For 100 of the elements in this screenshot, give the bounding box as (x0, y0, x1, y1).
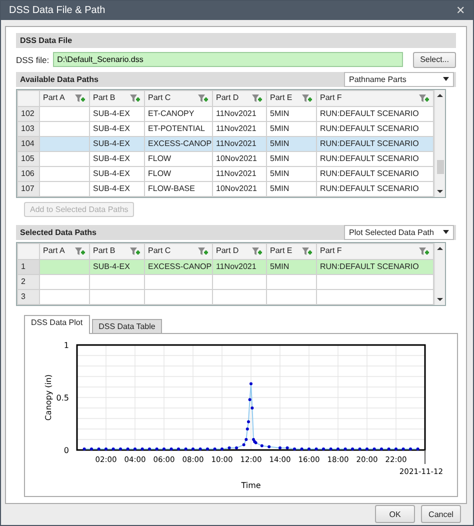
point (162, 447, 166, 450)
tab[interactable]: DSS Data Plot (24, 314, 90, 334)
dialog-button[interactable]: Cancel (421, 505, 461, 524)
point (250, 406, 254, 410)
table-cell: RUN:DEFAULT SCENARIO (316, 106, 434, 122)
point (177, 447, 180, 450)
section-title: Available Data Paths (20, 74, 98, 84)
dropdown[interactable]: Plot Selected Data Path (344, 224, 454, 240)
point (336, 447, 340, 450)
caret-icon (443, 77, 449, 82)
select-button[interactable]: Select... (413, 52, 456, 68)
filter-add-icon[interactable] (419, 246, 430, 256)
caret-icon (443, 230, 449, 234)
tab[interactable]: DSS Data Table (92, 318, 162, 333)
table-row[interactable]: 102 SUB-4-EX ET-CANOPY 11Nov2021 5MIN RUN:DEFAULT SCENARIO (18, 106, 434, 122)
table-cell: 5MIN (266, 121, 316, 136)
dropdown[interactable]: Pathname Parts (344, 72, 454, 87)
table-cell: RUN:DEFAULT SCENARIO (316, 181, 434, 196)
point (184, 447, 188, 450)
filter-add-icon[interactable] (252, 94, 263, 103)
row-number: 3 (18, 289, 40, 304)
file-path-field[interactable]: D:\Default_Scenario.dss (53, 52, 404, 68)
table-row[interactable]: 105 SUB-4-EX FLOW 10Nov2021 5MIN RUN:DEFAULT SCENARIO (18, 151, 434, 166)
table-row[interactable]: 2 (18, 274, 434, 290)
table-cell: FLOW (144, 151, 212, 166)
point (387, 447, 390, 450)
table-cell: 11Nov2021 (212, 136, 266, 152)
row-number: 103 (18, 121, 40, 136)
dialog-button[interactable]: OK (375, 505, 415, 524)
table-cell: 10Nov2021 (212, 181, 266, 196)
row-number: 105 (18, 151, 40, 166)
row-number: 1 (18, 259, 40, 274)
table-cell: SUB-4-EX (90, 151, 144, 166)
table-cell: SUB-4-EX (90, 181, 144, 196)
point (372, 447, 376, 450)
filter-add-icon[interactable] (419, 94, 430, 103)
point (351, 447, 354, 450)
point (246, 427, 249, 430)
table-cell: SUB-4-EX (90, 106, 144, 122)
point (220, 447, 224, 450)
point (358, 447, 362, 450)
column-header[interactable]: Part F (320, 92, 342, 104)
point (314, 447, 318, 450)
close-button[interactable]: ✕ (456, 4, 465, 17)
table-cell: RUN:DEFAULT SCENARIO (316, 166, 434, 182)
row-number: 102 (18, 106, 40, 122)
filter-add-icon[interactable] (302, 94, 313, 103)
point (322, 447, 325, 450)
section-title: Selected Data Paths (20, 228, 96, 237)
filter-add-icon[interactable] (75, 246, 86, 256)
axis-tick-label: 0 (64, 446, 69, 455)
point (126, 447, 130, 450)
table-row[interactable]: 107 SUB-4-EX FLOW-BASE 10Nov2021 5MIN RUN:DEFAULT SCENARIO (18, 181, 434, 196)
point (402, 447, 405, 450)
point (134, 447, 136, 450)
point (104, 447, 108, 450)
point (416, 447, 420, 450)
table-cell: SUB-4-EX (90, 259, 144, 274)
point (192, 447, 194, 450)
section-title: DSS Data File (20, 36, 72, 45)
table-row[interactable]: 106 SUB-4-EX FLOW 11Nov2021 5MIN RUN:DEFAULT SCENARIO (18, 166, 434, 182)
axis-tick-label: 0.5 (56, 393, 69, 402)
filter-add-icon[interactable] (130, 94, 141, 103)
table-cell: SUB-4-EX (90, 136, 144, 152)
point (198, 447, 202, 450)
table-row[interactable]: 1 SUB-4-EX EXCESS-CANOP 11Nov2021 5MIN RUN:DEFAULT SCENARIO (18, 259, 434, 274)
table-cell: 11Nov2021 (212, 106, 266, 122)
point (293, 447, 296, 450)
filter-add-icon[interactable] (130, 246, 141, 256)
axis-tick-label: 1 (64, 340, 69, 350)
table-cell: ET-CANOPY (144, 106, 212, 122)
point (344, 447, 347, 450)
table-row[interactable]: 3 (18, 289, 434, 304)
table-cell: 5MIN (266, 136, 316, 152)
scrollbar[interactable] (434, 242, 445, 305)
point (148, 447, 151, 450)
table-cell: 5MIN (266, 106, 316, 122)
filter-add-icon[interactable] (302, 246, 313, 256)
point (308, 447, 310, 450)
point (140, 447, 144, 450)
filter-add-icon[interactable] (75, 94, 86, 103)
row-number: 107 (18, 181, 40, 196)
point (242, 442, 246, 446)
table-cell: 10Nov2021 (212, 151, 266, 166)
filter-add-icon[interactable] (198, 246, 209, 256)
table-row[interactable]: 103 SUB-4-EX ET-POTENTIAL 11Nov2021 5MIN RUN:DEFAULT SCENARIO (18, 121, 434, 136)
point (286, 446, 289, 449)
filter-add-icon[interactable] (252, 246, 263, 256)
scrollbar[interactable] (434, 90, 445, 197)
point (112, 447, 115, 450)
table-cell: RUN:DEFAULT SCENARIO (316, 136, 434, 152)
table-cell: 5MIN (266, 166, 316, 182)
table-row[interactable]: 104 SUB-4-EX EXCESS-CANOP 11Nov2021 5MIN RUN:DEFAULT SCENARIO (18, 136, 434, 152)
point (300, 447, 304, 450)
point (380, 447, 383, 450)
table-cell: EXCESS-CANOP (144, 136, 212, 152)
point (90, 447, 93, 450)
column-header[interactable]: Part F (320, 245, 342, 258)
filter-add-icon[interactable] (198, 94, 209, 103)
point (366, 447, 368, 450)
